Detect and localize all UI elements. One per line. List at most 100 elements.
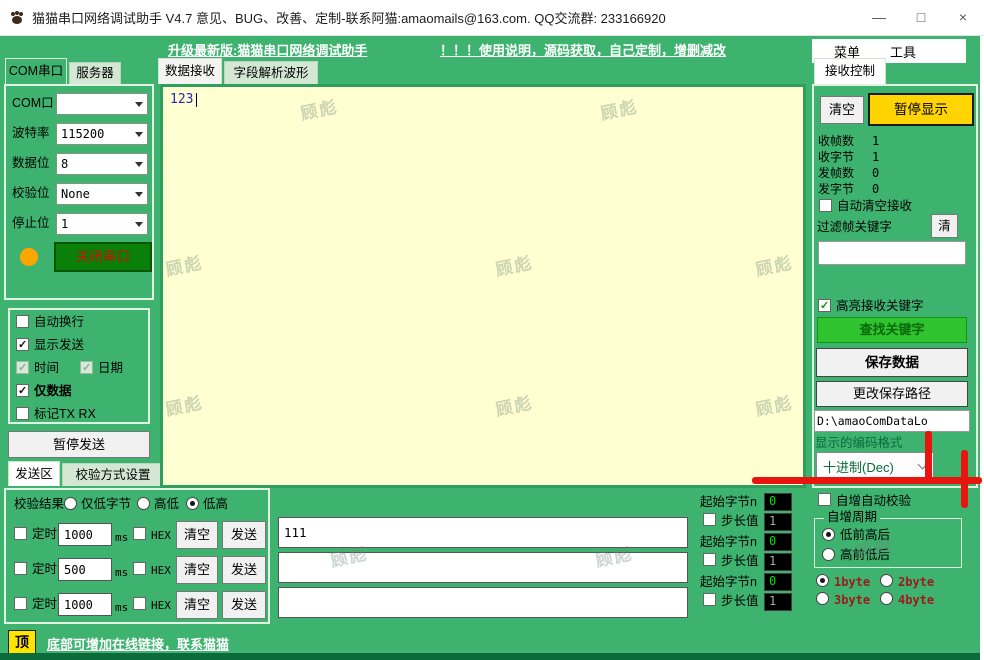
change-save-path-button[interactable]: 更改保存路径 <box>816 381 968 407</box>
checksum-lowbyte-radio[interactable] <box>64 497 77 510</box>
start-byte1-label: 起始字节n <box>700 495 757 510</box>
tab-data-receive[interactable]: 数据接收 <box>158 58 222 84</box>
time-checkbox[interactable] <box>16 361 29 374</box>
byte4-radio[interactable] <box>880 592 893 605</box>
timer3-interval-input[interactable] <box>58 593 112 616</box>
hex3-checkbox[interactable] <box>133 597 146 610</box>
send1-button[interactable]: 发送 <box>222 521 266 549</box>
baud-rate-value: 115200 <box>61 127 104 141</box>
menu-item-tools[interactable]: 工具 <box>890 42 916 61</box>
send3-button[interactable]: 发送 <box>222 591 266 619</box>
hex1-checkbox[interactable] <box>133 527 146 540</box>
clear1-button[interactable]: 清空 <box>176 521 218 549</box>
timer3-checkbox[interactable] <box>14 597 27 610</box>
clear2-button[interactable]: 清空 <box>176 556 218 584</box>
find-keyword-button[interactable]: 查找关键字 <box>817 317 967 343</box>
data-bits-select[interactable]: 8 <box>56 153 148 175</box>
cycle-high-first-radio[interactable] <box>822 548 835 561</box>
step3-field[interactable]: 1 <box>764 593 792 611</box>
receive-text-area[interactable]: 123 <box>160 84 806 488</box>
minimize-icon[interactable]: — <box>858 0 900 36</box>
start-byte3-label: 起始字节n <box>700 575 757 590</box>
encoding-select[interactable]: 十进制(Dec) <box>816 452 934 479</box>
auto-clear-checkbox[interactable] <box>819 199 832 212</box>
filter-keyword-input[interactable] <box>818 241 966 265</box>
save-data-button[interactable]: 保存数据 <box>816 348 968 377</box>
data-only-checkbox[interactable] <box>16 384 29 397</box>
clear3-button[interactable]: 清空 <box>176 591 218 619</box>
cycle-low-first-label: 低前高后 <box>840 528 890 543</box>
step1-field[interactable]: 1 <box>764 513 792 531</box>
clear-receive-button[interactable]: 清空 <box>820 96 864 124</box>
dropdown-arrow-icon <box>135 192 143 197</box>
red-annotation-horizontal <box>752 477 982 484</box>
dropdown-arrow-icon <box>135 162 143 167</box>
timer2-checkbox[interactable] <box>14 562 27 575</box>
timer1-interval-input[interactable] <box>58 523 112 546</box>
byte2-radio[interactable] <box>880 574 893 587</box>
step3-checkbox[interactable] <box>703 593 716 606</box>
checksum-hilo-label: 高低 <box>154 497 179 512</box>
titlebar: 猫猫串口网络调试助手 V4.7 意见、BUG、改善、定制-联系阿猫:amaoma… <box>0 0 984 36</box>
send-text-input-1[interactable] <box>278 517 688 548</box>
start-byte3-field[interactable]: 0 <box>764 573 792 591</box>
maximize-icon[interactable]: □ <box>900 0 942 36</box>
close-icon[interactable]: × <box>942 0 984 36</box>
tab-checksum-config[interactable]: 校验方式设置 <box>62 463 164 486</box>
timer2-interval-input[interactable] <box>58 558 112 581</box>
mark-txrx-checkbox[interactable] <box>16 407 29 420</box>
timer1-checkbox[interactable] <box>14 527 27 540</box>
pause-send-button[interactable]: 暂停发送 <box>8 431 150 458</box>
checksum-hilo-radio[interactable] <box>137 497 150 510</box>
hex2-checkbox[interactable] <box>133 562 146 575</box>
footer-link[interactable]: 底部可增加在线链接，联系猫猫 <box>47 634 229 653</box>
timer2-label: 定时 <box>32 562 57 577</box>
help-link[interactable]: ！！！使用说明，源码获取，自己定制，增删减改 <box>440 40 726 59</box>
stop-bits-select[interactable]: 1 <box>56 213 148 235</box>
tab-com-port[interactable]: COM串口 <box>5 58 67 84</box>
red-annotation-vertical-2 <box>961 450 968 508</box>
tab-server[interactable]: 服务器 <box>69 62 121 84</box>
data-bits-label: 数据位 <box>12 156 50 171</box>
main-area: 升级最新版:猫猫串口网络调试助手 ！！！使用说明，源码获取，自己定制，增删减改 … <box>0 36 980 660</box>
scroll-top-button[interactable]: 顶 <box>8 630 36 655</box>
step2-field[interactable]: 1 <box>764 553 792 571</box>
com-settings-panel: COM口 波特率 115200 数据位 8 校验位 None 停止位 1 <box>4 84 154 300</box>
close-port-button[interactable]: 关闭串口 <box>54 242 152 272</box>
byte3-radio[interactable] <box>816 592 829 605</box>
show-send-label: 显示发送 <box>34 338 84 353</box>
start-byte2-field[interactable]: 0 <box>764 533 792 551</box>
timer2-ms-label: ms <box>115 565 128 580</box>
baud-rate-select[interactable]: 115200 <box>56 123 148 145</box>
tab-field-parse-wave[interactable]: 字段解析波形 <box>224 61 318 84</box>
hex2-label: HEX <box>151 563 171 578</box>
send2-button[interactable]: 发送 <box>222 556 266 584</box>
highlight-keyword-checkbox[interactable] <box>818 299 831 312</box>
tab-send-area[interactable]: 发送区 <box>8 461 60 486</box>
step1-checkbox[interactable] <box>703 513 716 526</box>
send-text-input-2[interactable] <box>278 552 688 583</box>
receive-content: 123 <box>170 92 193 107</box>
com-port-select[interactable] <box>56 93 148 115</box>
date-label: 日期 <box>98 361 123 376</box>
parity-select[interactable]: None <box>56 183 148 205</box>
start-byte1-field[interactable]: 0 <box>764 493 792 511</box>
parity-label: 校验位 <box>12 186 50 201</box>
window-title: 猫猫串口网络调试助手 V4.7 意见、BUG、改善、定制-联系阿猫:amaoma… <box>32 8 666 27</box>
checksum-lohi-radio[interactable] <box>186 497 199 510</box>
time-label: 时间 <box>34 361 59 376</box>
pause-display-button[interactable]: 暂停显示 <box>868 93 974 126</box>
rx-frames-label: 收帧数 <box>818 134 854 149</box>
autowrap-checkbox[interactable] <box>16 315 29 328</box>
step2-checkbox[interactable] <box>703 553 716 566</box>
tab-receive-control[interactable]: 接收控制 <box>814 58 886 84</box>
start-byte2-label: 起始字节n <box>700 535 757 550</box>
upgrade-link[interactable]: 升级最新版:猫猫串口网络调试助手 <box>168 40 367 59</box>
date-checkbox[interactable] <box>80 361 93 374</box>
show-send-checkbox[interactable] <box>16 338 29 351</box>
cycle-low-first-radio[interactable] <box>822 528 835 541</box>
send-text-input-3[interactable] <box>278 587 688 618</box>
auto-check-checkbox[interactable] <box>818 493 831 506</box>
byte1-radio[interactable] <box>816 574 829 587</box>
filter-clear-button[interactable]: 清 <box>931 214 958 238</box>
